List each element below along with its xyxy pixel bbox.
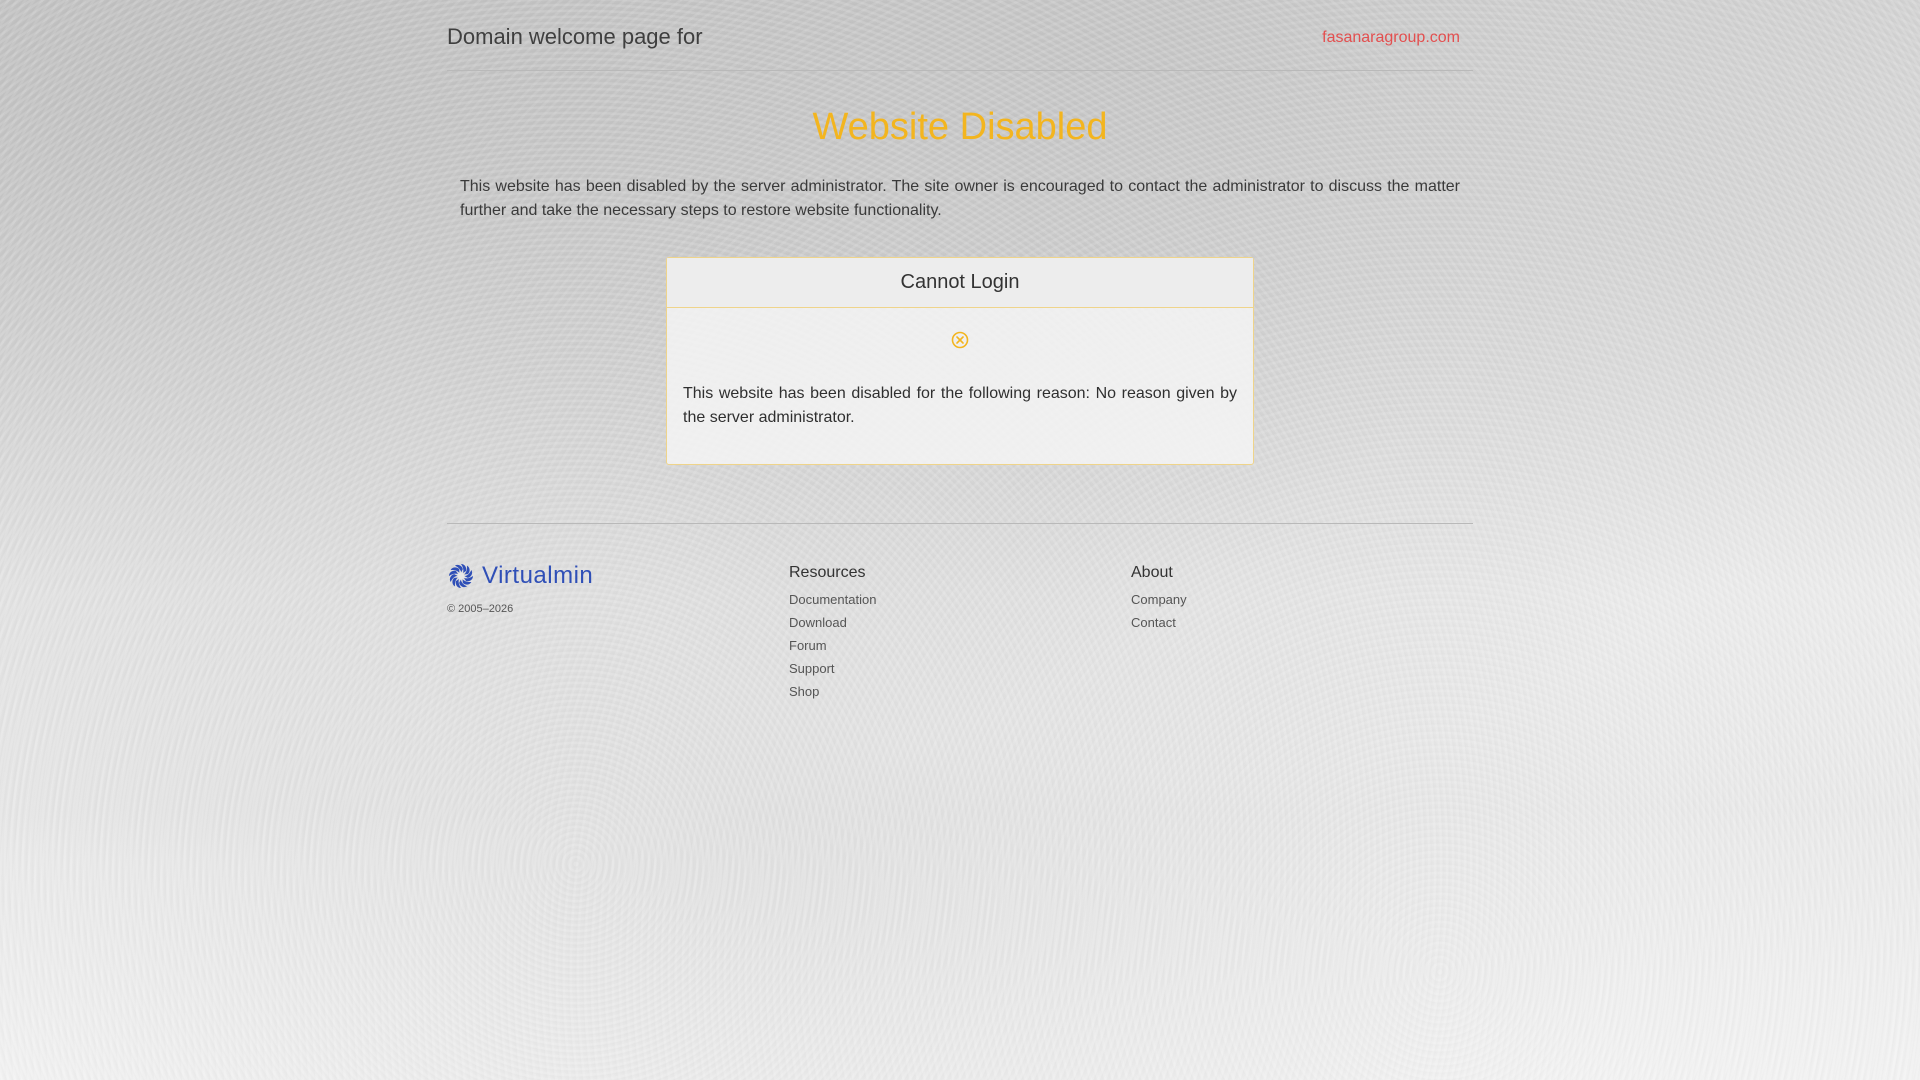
footer-link-company[interactable]: Company [1131,588,1473,611]
footer-link-contact[interactable]: Contact [1131,611,1473,634]
card-body: This website has been disabled for the f… [667,308,1253,464]
footer-resources-column: Resources Documentation Download Forum S… [789,562,1131,703]
card-title: Cannot Login [667,258,1253,309]
header: Domain welcome page for fasanaragroup.co… [447,0,1473,71]
footer-divider [447,523,1473,525]
resources-heading: Resources [789,564,866,582]
disabled-reason-text: This website has been disabled for the f… [683,385,1237,427]
cannot-login-card: Cannot Login This website has been disab… [666,257,1254,466]
copyright-text: © 2005–2026 [447,603,514,616]
footer: Virtualmin © 2005–2026 Resources Documen… [447,562,1473,703]
virtualmin-logo-icon [449,564,473,589]
virtualmin-logo[interactable]: Virtualmin [447,562,789,590]
circle-x-icon [951,332,969,349]
page-header-title: Domain welcome page for [447,24,703,49]
footer-about-column: About Company Contact [1131,562,1473,703]
intro-text: This website has been disabled by the se… [460,178,1460,220]
page-title: Website Disabled [812,106,1108,148]
footer-link-forum[interactable]: Forum [789,634,1131,657]
about-heading: About [1131,564,1173,582]
footer-brand-column: Virtualmin © 2005–2026 [447,562,789,703]
footer-link-support[interactable]: Support [789,657,1131,680]
footer-link-documentation[interactable]: Documentation [789,588,1131,611]
footer-link-shop[interactable]: Shop [789,680,1131,703]
brand-name: Virtualmin [482,562,594,590]
domain-link[interactable]: fasanaragroup.com [1322,29,1460,47]
page-container: Domain welcome page for fasanaragroup.co… [447,0,1473,703]
footer-link-download[interactable]: Download [789,611,1131,634]
